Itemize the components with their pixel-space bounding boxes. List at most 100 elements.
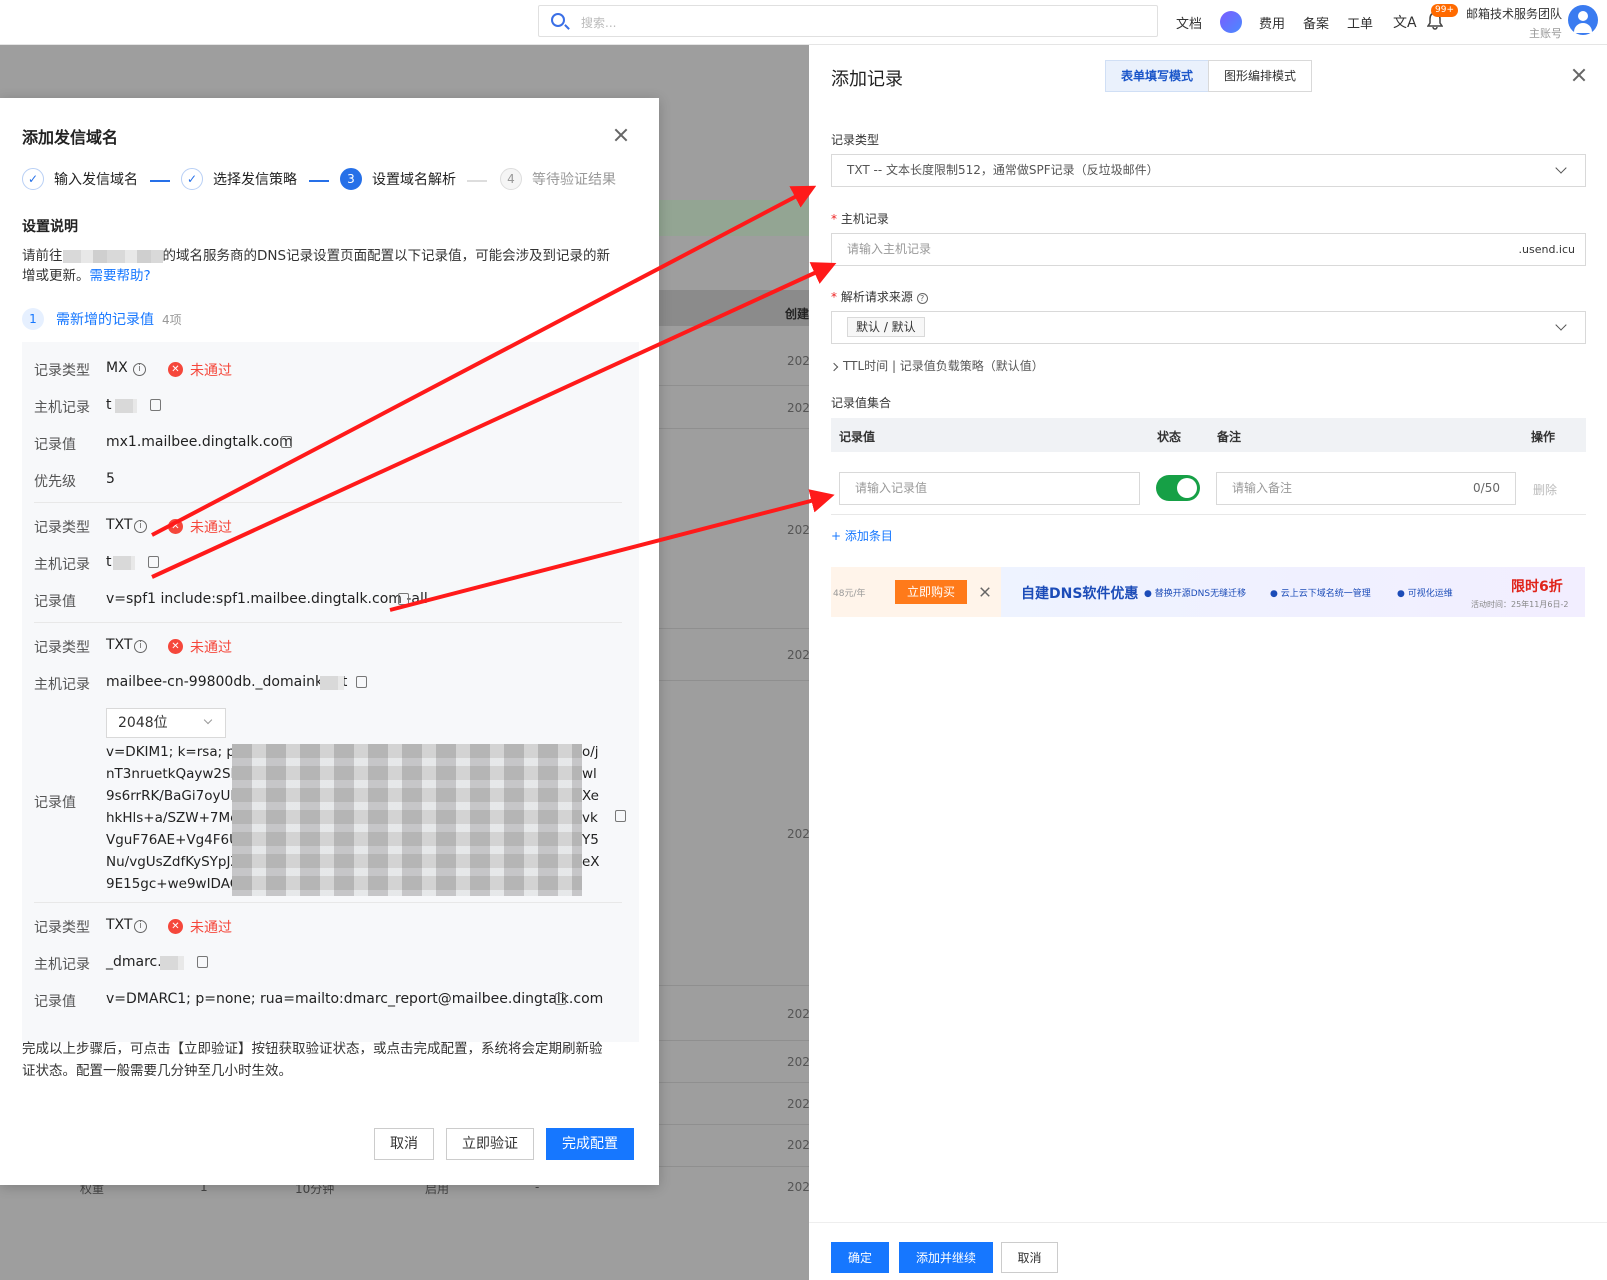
- add-sender-domain-modal: 添加发信域名 ✓ 输入发信域名 ✓ 选择发信策略 3 设置域名解析 4 等待验证结果 设…: [0, 98, 659, 1185]
- ttl-advanced-toggle[interactable]: TTL时间 | 记录值负载策略（默认值）: [829, 357, 1044, 374]
- banner-title: 自建DNS软件优惠: [1021, 586, 1139, 602]
- note-char-count: 0/50: [1473, 481, 1500, 495]
- host-value: mailbee-cn-99800db._domainkey.t: [106, 674, 348, 690]
- col-note: 备注: [1217, 430, 1242, 444]
- check-icon: ✓: [22, 168, 44, 190]
- nav-billing[interactable]: 费用: [1259, 13, 1285, 32]
- verify-now-button[interactable]: 立即验证: [446, 1128, 534, 1160]
- host-label: 主机记录: [34, 557, 90, 573]
- feature-text: 可视化运维: [1407, 589, 1453, 599]
- chevron-down-icon: [1555, 319, 1567, 331]
- status-toggle[interactable]: [1156, 475, 1200, 501]
- add-record-drawer: 添加记录 表单填写模式 图形编排模式 记录类型 TXT -- 文本长度限制512…: [809, 45, 1607, 1280]
- search-icon: [551, 13, 565, 27]
- record-type-label: 记录类型: [34, 520, 90, 536]
- help-icon[interactable]: ?: [916, 293, 928, 304]
- step-label: 设置域名解析: [372, 172, 456, 188]
- step-1: ✓ 输入发信域名: [22, 168, 138, 190]
- step-label: 等待验证结果: [532, 172, 616, 188]
- record-type-value: TXT: [106, 917, 133, 933]
- note-input[interactable]: 请输入备注 0/50: [1216, 472, 1516, 505]
- chevron-down-icon: [203, 715, 213, 725]
- cancel-button[interactable]: 取消: [1001, 1242, 1058, 1273]
- host-label: 主机记录: [34, 677, 90, 693]
- note-placeholder: 请输入备注: [1232, 481, 1293, 495]
- host-placeholder: 请输入主机记录: [847, 242, 932, 256]
- language-icon[interactable]: 文A: [1393, 12, 1417, 32]
- promo-banner[interactable]: 48元/年 立即购买 自建DNS软件优惠 ● 替换开源DNS无缝迁移 ● 云上云…: [831, 567, 1585, 617]
- finish-config-button[interactable]: 完成配置: [546, 1128, 634, 1160]
- record-type-select[interactable]: TXT -- 文本长度限制512，通常做SPF记录（反垃圾邮件）: [831, 154, 1586, 187]
- help-link[interactable]: 需要帮助?: [90, 268, 151, 284]
- add-item-button[interactable]: + 添加条目: [831, 527, 893, 544]
- completion-note: 完成以上步骤后，可点击【立即验证】按钮获取验证状态，或点击完成配置，系统将会定期…: [22, 1038, 647, 1082]
- delete-link[interactable]: 删除: [1533, 481, 1557, 498]
- dkim-line-end: Xe: [582, 788, 599, 804]
- account-sub: 主账号: [1529, 27, 1562, 40]
- info-icon[interactable]: i: [134, 920, 147, 933]
- copy-icon[interactable]: [395, 593, 409, 608]
- host-value: t: [106, 397, 112, 413]
- drawer-footer: 确定 添加并继续 取消: [809, 1222, 1607, 1280]
- record-value-input[interactable]: 请输入记录值: [839, 472, 1140, 505]
- record-group-header: 1 需新增的记录值 4项: [22, 308, 182, 330]
- group-count: 4项: [162, 312, 182, 327]
- nav-icp[interactable]: 备案: [1303, 13, 1329, 32]
- bg-column-header: 创建: [785, 307, 810, 321]
- fail-icon: ✕: [168, 919, 183, 934]
- confirm-button[interactable]: 确定: [831, 1242, 889, 1273]
- account-info[interactable]: 邮箱技术服务团队 主账号: [1462, 5, 1562, 41]
- key-size-select[interactable]: 2048位: [106, 708, 226, 738]
- copy-icon[interactable]: [278, 436, 292, 451]
- nav-docs[interactable]: 文档: [1176, 13, 1202, 32]
- host-input[interactable]: 请输入主机记录 .usend.icu: [831, 233, 1586, 266]
- add-and-continue-button[interactable]: 添加并继续: [899, 1242, 993, 1273]
- copy-icon[interactable]: [612, 810, 626, 825]
- banner-feature: ● 云上云下域名统一管理: [1270, 589, 1371, 599]
- plus-icon: +: [831, 529, 845, 543]
- ai-assistant-icon[interactable]: [1220, 11, 1242, 33]
- dkim-line-end: wl: [582, 766, 597, 782]
- step-3: 3 设置域名解析: [340, 168, 456, 190]
- record-type-value: TXT -- 文本长度限制512，通常做SPF记录（反垃圾邮件）: [847, 163, 1159, 177]
- value-label: 记录值: [34, 437, 76, 453]
- note-line: 完成以上步骤后，可点击【立即验证】按钮获取验证状态，或点击完成配置，系统将会定期…: [22, 1041, 603, 1057]
- redacted-host: [113, 556, 135, 570]
- tab-form-mode[interactable]: 表单填写模式: [1105, 60, 1209, 92]
- close-icon[interactable]: [614, 128, 628, 142]
- redacted-host: [115, 399, 137, 413]
- copy-icon[interactable]: [147, 399, 161, 414]
- host-suffix: .usend.icu: [1518, 243, 1576, 256]
- value-placeholder: 请输入记录值: [855, 481, 928, 495]
- copy-icon[interactable]: [194, 956, 208, 971]
- banner-promo: 限时6折: [1511, 579, 1563, 595]
- copy-icon[interactable]: [552, 993, 566, 1008]
- avatar[interactable]: [1568, 5, 1598, 35]
- copy-icon[interactable]: [353, 676, 367, 691]
- dkim-line-end: eX: [582, 854, 600, 870]
- step-2: ✓ 选择发信策略: [181, 168, 297, 190]
- copy-icon[interactable]: [145, 556, 159, 571]
- source-tag: 默认 / 默认: [847, 317, 925, 337]
- fail-status: 未通过: [190, 920, 232, 936]
- divider: [34, 622, 622, 623]
- record-type-label: 记录类型: [831, 133, 880, 147]
- info-icon[interactable]: i: [134, 520, 147, 533]
- record-set-label: 记录值集合: [831, 396, 892, 410]
- banner-feature: ● 可视化运维: [1397, 589, 1453, 599]
- buy-now-button[interactable]: 立即购买: [895, 580, 967, 604]
- redacted-host: [320, 676, 344, 690]
- host-label: * 主机记录: [831, 212, 889, 226]
- tab-graphic-mode[interactable]: 图形编排模式: [1208, 60, 1312, 92]
- info-icon[interactable]: i: [134, 640, 147, 653]
- nav-ticket[interactable]: 工单: [1347, 13, 1373, 32]
- close-icon[interactable]: [1572, 68, 1586, 82]
- cancel-button[interactable]: 取消: [374, 1128, 434, 1160]
- note-line: 证状态。配置一般需要几分钟至几小时生效。: [22, 1063, 292, 1079]
- step-connector: [150, 180, 170, 182]
- search-input[interactable]: 搜索...: [538, 5, 1158, 37]
- close-banner-icon[interactable]: [980, 587, 991, 598]
- info-icon[interactable]: i: [133, 363, 146, 376]
- record-value: v=DMARC1; p=none; rua=mailto:dmarc_repor…: [106, 991, 604, 1007]
- source-select[interactable]: 默认 / 默认: [831, 311, 1586, 344]
